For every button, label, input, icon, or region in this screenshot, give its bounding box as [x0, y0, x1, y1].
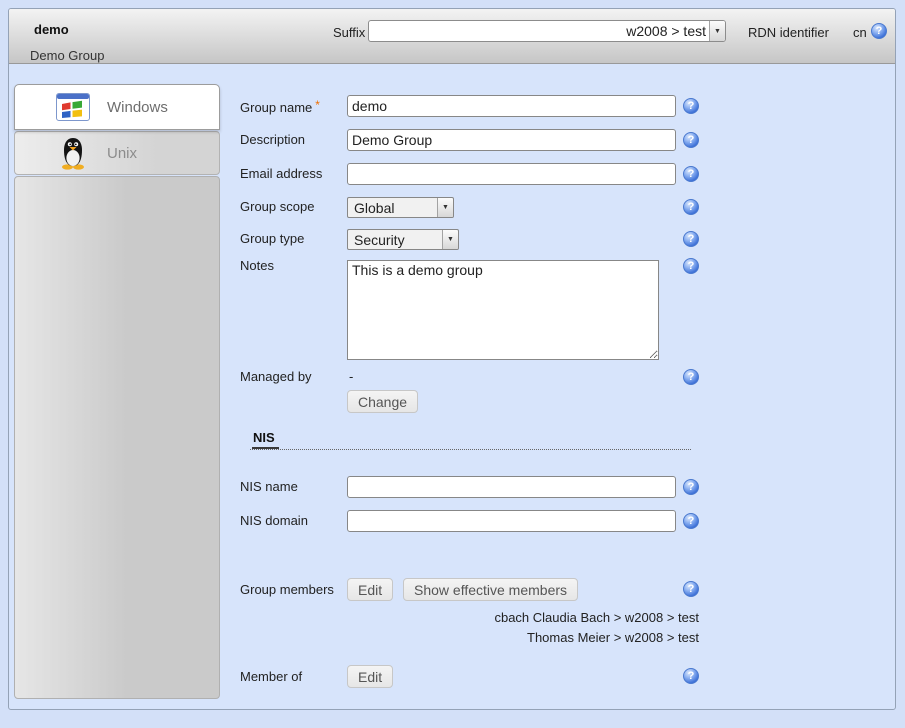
group-members-list: cbach Claudia Bach > w2008 > test Thomas… [347, 608, 699, 648]
managed-by-value: - [349, 369, 353, 384]
group-type-select[interactable]: Security ▼ [347, 229, 459, 250]
suffix-select[interactable]: w2008 > test ▼ [368, 20, 726, 42]
sidebar-panel [14, 176, 220, 699]
group-name-input[interactable] [347, 95, 676, 117]
help-icon[interactable]: ? [683, 513, 699, 529]
group-type-value: Security [348, 232, 442, 248]
nis-name-input[interactable] [347, 476, 676, 498]
help-icon[interactable]: ? [683, 668, 699, 684]
edit-group-members-button[interactable]: Edit [347, 578, 393, 601]
group-scope-value: Global [348, 200, 437, 216]
notes-label: Notes [240, 258, 274, 273]
required-marker: * [315, 98, 320, 112]
nis-domain-label: NIS domain [240, 513, 308, 528]
chevron-down-icon[interactable]: ▼ [709, 21, 725, 41]
page-title: demo [34, 22, 69, 37]
module-sidebar: Windows Unix [14, 84, 220, 699]
email-address-label: Email address [240, 166, 322, 181]
edit-member-of-button[interactable]: Edit [347, 665, 393, 688]
suffix-label: Suffix [333, 25, 365, 40]
group-members-label: Group members [240, 582, 334, 597]
nis-domain-input[interactable] [347, 510, 676, 532]
tab-unix-label: Unix [107, 145, 137, 162]
tux-penguin-icon [55, 137, 91, 169]
tab-unix[interactable]: Unix [14, 131, 220, 175]
email-address-input[interactable] [347, 163, 676, 185]
member-of-label: Member of [240, 669, 302, 684]
suffix-select-value: w2008 > test [369, 23, 709, 39]
header-bar: demo Demo Group Suffix w2008 > test ▼ RD… [9, 9, 895, 64]
help-icon[interactable]: ? [683, 581, 699, 597]
chevron-down-icon[interactable]: ▼ [437, 198, 453, 217]
help-icon[interactable]: ? [683, 199, 699, 215]
rdn-identifier-label: RDN identifier [748, 25, 829, 40]
group-name-label-text: Group name [240, 100, 312, 115]
tab-windows-label: Windows [107, 99, 168, 116]
show-effective-members-button[interactable]: Show effective members [403, 578, 578, 601]
group-name-label: Group name* [240, 98, 320, 115]
chevron-down-icon[interactable]: ▼ [442, 230, 458, 249]
group-editor-window: demo Demo Group Suffix w2008 > test ▼ RD… [8, 8, 896, 710]
description-input[interactable] [347, 129, 676, 151]
help-icon[interactable]: ? [871, 23, 887, 39]
nis-name-label: NIS name [240, 479, 298, 494]
group-scope-select[interactable]: Global ▼ [347, 197, 454, 218]
nis-section-header: NIS [250, 429, 691, 450]
windows-logo-icon [55, 91, 91, 123]
description-label: Description [240, 132, 305, 147]
help-icon[interactable]: ? [683, 369, 699, 385]
group-scope-label: Group scope [240, 199, 314, 214]
nis-section-title: NIS [252, 430, 279, 449]
managed-by-label: Managed by [240, 369, 312, 384]
help-icon[interactable]: ? [683, 479, 699, 495]
rdn-identifier-value: cn [853, 25, 867, 40]
tab-windows[interactable]: Windows [14, 84, 220, 130]
help-icon[interactable]: ? [683, 231, 699, 247]
help-icon[interactable]: ? [683, 258, 699, 274]
list-item: Thomas Meier > w2008 > test [347, 628, 699, 648]
help-icon[interactable]: ? [683, 166, 699, 182]
page-subtitle: Demo Group [30, 48, 104, 63]
change-button[interactable]: Change [347, 390, 418, 413]
group-type-label: Group type [240, 231, 304, 246]
notes-textarea[interactable]: This is a demo group [347, 260, 659, 360]
help-icon[interactable]: ? [683, 132, 699, 148]
help-icon[interactable]: ? [683, 98, 699, 114]
list-item: cbach Claudia Bach > w2008 > test [347, 608, 699, 628]
